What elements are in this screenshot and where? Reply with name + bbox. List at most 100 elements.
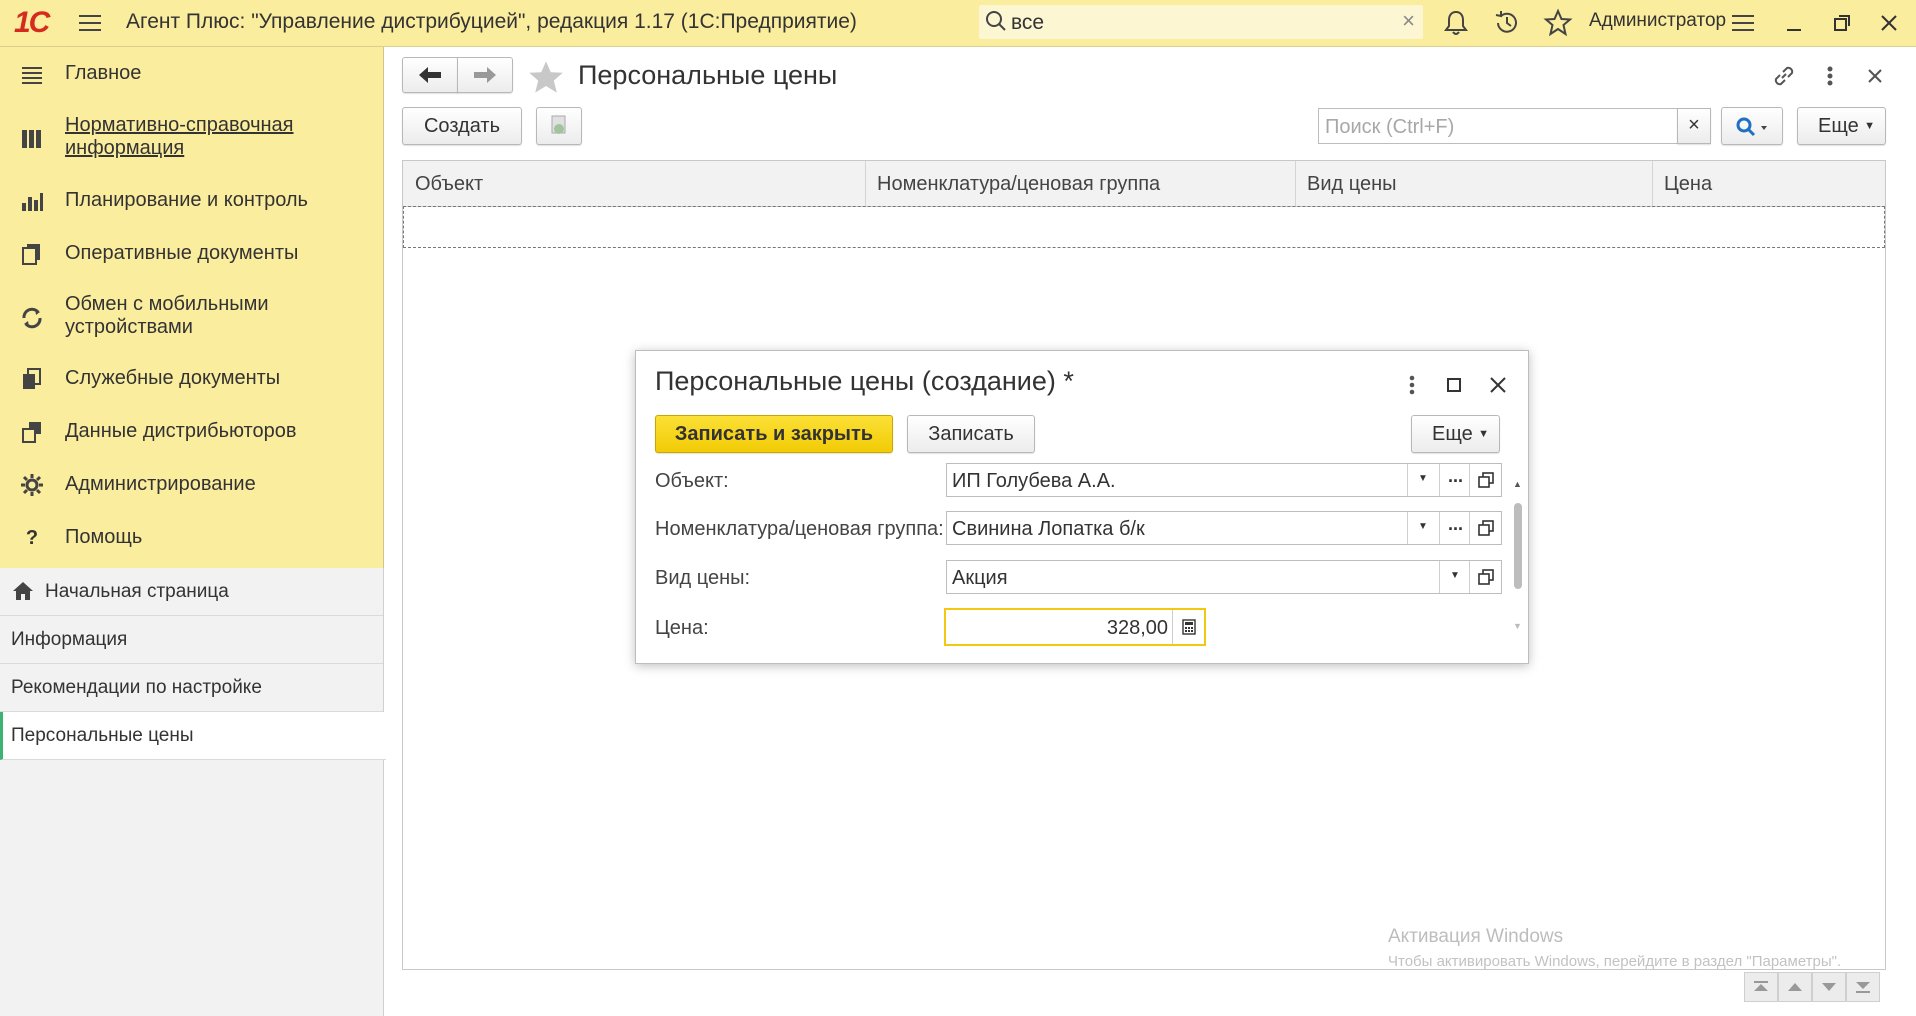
search-options-button[interactable]: [1721, 107, 1783, 145]
section-label: Служебные документы: [65, 367, 281, 389]
create-button[interactable]: Создать: [402, 107, 522, 145]
table-row[interactable]: [403, 206, 1885, 248]
favorites-star-icon[interactable]: [1543, 8, 1573, 38]
history-icon[interactable]: [1492, 8, 1522, 38]
more-label: Еще: [1432, 423, 1473, 445]
dialog-more-button[interactable]: Еще ▼: [1411, 415, 1500, 453]
column-header-nomenclature[interactable]: Номенклатура/ценовая группа: [877, 173, 1160, 196]
dialog-title: Персональные цены (создание) *: [655, 366, 1074, 396]
more-label: Еще: [1818, 115, 1859, 137]
section-planning[interactable]: Планирование и контроль: [0, 185, 383, 221]
windows-activation-title: Активация Windows: [1388, 926, 1564, 947]
home-icon: [13, 582, 33, 600]
link-icon[interactable]: [1770, 62, 1798, 90]
object-label: Объект:: [655, 470, 729, 492]
section-label: Оперативные документы: [65, 242, 299, 264]
nomenclature-field[interactable]: Свинина Лопатка б/к ▼ ...: [946, 511, 1502, 545]
dropdown-button[interactable]: ▼: [1407, 512, 1440, 544]
add-to-favorites-star-icon[interactable]: [528, 60, 564, 94]
section-help[interactable]: ? Помощь: [0, 522, 383, 558]
column-separator: [865, 161, 866, 206]
section-label: Нормативно-справочная информация: [65, 114, 294, 159]
windows-activation-text: Чтобы активировать Windows, перейдите в …: [1388, 953, 1842, 970]
open-button[interactable]: [1469, 464, 1502, 496]
open-window-personal-prices[interactable]: Персональные цены: [0, 712, 386, 760]
first-icon: [1754, 981, 1768, 991]
ellipsis-icon: ...: [1448, 466, 1464, 486]
scroll-down-button[interactable]: [1812, 972, 1846, 1002]
dropdown-button[interactable]: ▼: [1407, 464, 1440, 496]
open-window-label: Информация: [11, 629, 128, 650]
open-window-info[interactable]: Информация: [0, 616, 383, 664]
object-value: ИП Голубева А.А.: [952, 470, 1116, 492]
open-window-label: Персональные цены: [11, 725, 194, 746]
calculator-icon: [1182, 619, 1196, 635]
documents-icon: [22, 244, 40, 265]
column-separator: [1652, 161, 1653, 206]
open-window-home[interactable]: Начальная страница: [0, 568, 383, 616]
section-main[interactable]: Главное: [0, 59, 383, 95]
open-button[interactable]: [1469, 512, 1502, 544]
last-icon: [1856, 982, 1870, 993]
save-button[interactable]: Записать: [907, 415, 1035, 453]
column-header-price[interactable]: Цена: [1664, 173, 1712, 196]
forward-button[interactable]: [457, 57, 513, 93]
minimize-icon[interactable]: [1779, 8, 1809, 38]
gear-icon: [21, 474, 43, 496]
price-type-label: Вид цены:: [655, 567, 751, 589]
price-field[interactable]: 328,00: [944, 608, 1206, 646]
close-app-icon[interactable]: [1874, 8, 1904, 38]
notifications-bell-icon[interactable]: [1441, 8, 1471, 38]
price-type-field[interactable]: Акция ▼: [946, 560, 1502, 594]
close-form-icon[interactable]: [1862, 63, 1888, 89]
back-button[interactable]: [402, 57, 458, 93]
dialog-scrollbar-thumb[interactable]: [1514, 503, 1522, 589]
more-button[interactable]: Еще ▼: [1797, 107, 1886, 145]
section-administration[interactable]: Администрирование: [0, 469, 383, 505]
global-search-value: все: [1011, 11, 1045, 34]
scroll-up-arrow-icon[interactable]: ▲: [1513, 479, 1522, 489]
copy-button[interactable]: [536, 107, 582, 145]
open-button[interactable]: [1469, 561, 1502, 593]
select-button[interactable]: ...: [1439, 464, 1472, 496]
section-operational-docs[interactable]: Оперативные документы: [0, 238, 383, 274]
scroll-first-button[interactable]: [1744, 972, 1778, 1002]
scroll-down-arrow-icon[interactable]: ▼: [1513, 621, 1522, 631]
section-reference-info[interactable]: Нормативно-справочная информация: [0, 113, 383, 163]
column-header-price-type[interactable]: Вид цены: [1307, 173, 1397, 196]
close-dialog-icon[interactable]: [1486, 373, 1510, 397]
list-search-input[interactable]: Поиск (Ctrl+F): [1318, 108, 1678, 144]
object-field[interactable]: ИП Голубева А.А. ▼ ...: [946, 463, 1502, 497]
arrow-right-icon: [474, 67, 496, 83]
more-vertical-icon[interactable]: [1818, 62, 1842, 90]
main-menu-icon[interactable]: [76, 9, 104, 37]
section-label: Данные дистрибьюторов: [65, 420, 297, 442]
scroll-last-button[interactable]: [1846, 972, 1880, 1002]
open-window-label: Начальная страница: [45, 581, 229, 602]
more-vertical-icon[interactable]: [1402, 373, 1422, 397]
global-search-input[interactable]: все ×: [979, 5, 1423, 39]
calculator-button[interactable]: [1172, 610, 1205, 644]
section-mobile-exchange[interactable]: Обмен с мобильными устройствами: [0, 292, 383, 342]
nomenclature-label: Номенклатура/ценовая группа:: [655, 518, 944, 540]
open-windows-panel: Начальная страница Информация Рекомендац…: [0, 568, 386, 1016]
column-header-object[interactable]: Объект: [415, 173, 483, 196]
app-logo[interactable]: 1С: [14, 6, 50, 40]
settings-sliders-icon[interactable]: [1728, 8, 1758, 38]
service-documents-icon: [23, 368, 41, 389]
clear-icon: ×: [1688, 114, 1700, 136]
reference-books-icon: [22, 130, 41, 148]
section-distributors[interactable]: Данные дистрибьюторов: [0, 416, 383, 452]
maximize-icon[interactable]: [1442, 373, 1466, 397]
scroll-up-button[interactable]: [1778, 972, 1812, 1002]
clear-icon[interactable]: ×: [1402, 8, 1415, 34]
section-service-docs[interactable]: Служебные документы: [0, 363, 383, 399]
section-label: Главное: [65, 62, 142, 84]
clear-search-button[interactable]: ×: [1677, 108, 1711, 144]
restore-icon[interactable]: [1827, 8, 1857, 38]
save-and-close-button[interactable]: Записать и закрыть: [655, 415, 893, 453]
dropdown-button[interactable]: ▼: [1439, 561, 1472, 593]
select-button[interactable]: ...: [1439, 512, 1472, 544]
current-user[interactable]: Администратор: [1589, 10, 1726, 32]
open-window-recommendations[interactable]: Рекомендации по настройке: [0, 664, 383, 712]
